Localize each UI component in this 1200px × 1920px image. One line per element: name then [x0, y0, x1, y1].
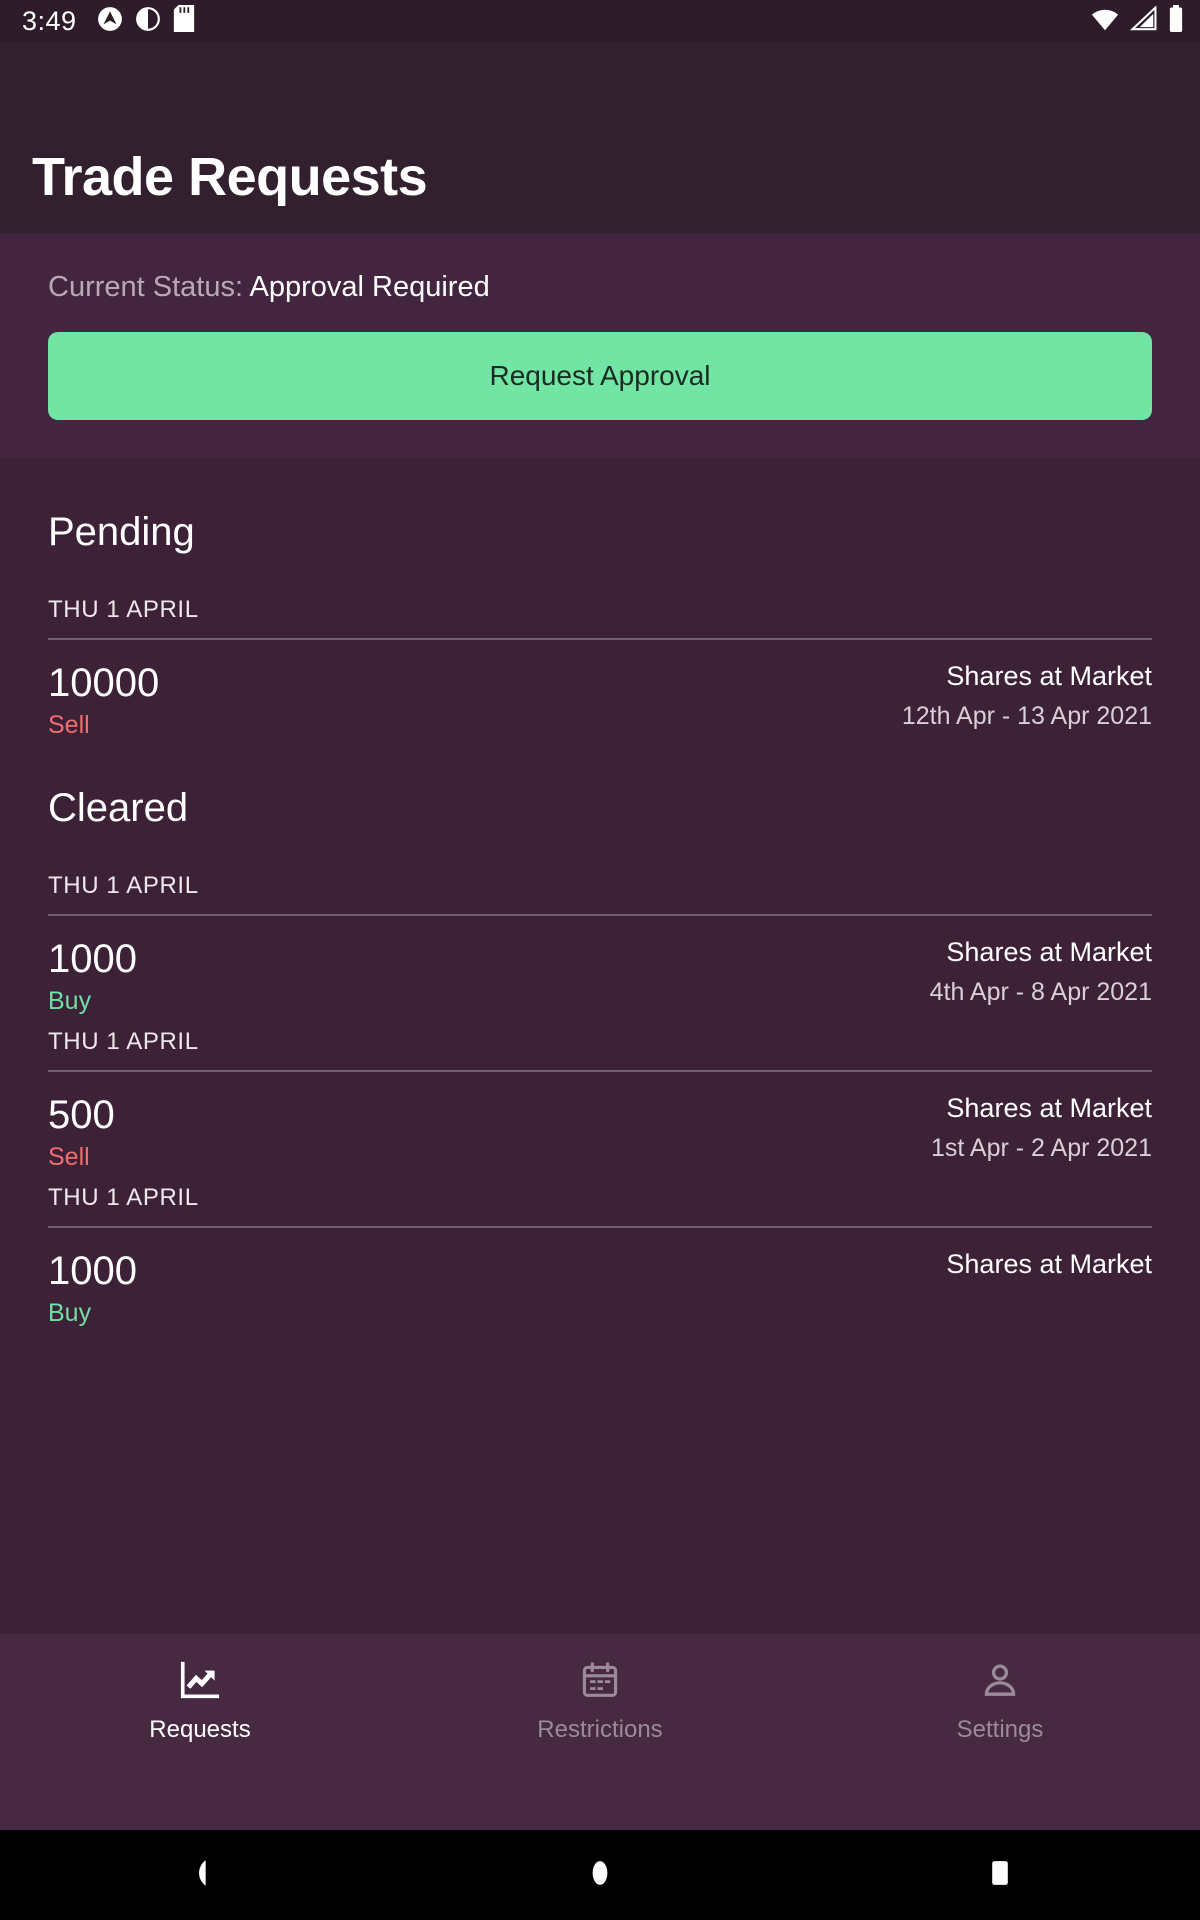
trade-quantity: 1000 — [48, 937, 137, 981]
trade-quantity: 500 — [48, 1093, 115, 1137]
approval-status-panel: Current Status: Approval Required Reques… — [0, 234, 1200, 458]
table-row[interactable]: 500 Sell Shares at Market 1st Apr - 2 Ap… — [48, 1072, 1152, 1170]
day-label: THU 1 APRIL — [48, 1028, 199, 1055]
back-triangle-icon — [183, 1856, 217, 1895]
trade-side: Sell — [48, 711, 90, 739]
caret-circle-icon — [97, 6, 123, 37]
battery-icon — [1168, 5, 1184, 37]
trade-requests-list[interactable]: Pending THU 1 APRIL 10000 Sell Shares at… — [0, 458, 1200, 1634]
trade-dates: 1st Apr - 2 Apr 2021 — [931, 1134, 1152, 1163]
trade-row-left: 10000 Sell — [48, 662, 159, 738]
phone-screen: 3:49 Trade Requests Current Status: Appr… — [0, 0, 1200, 1920]
home-circle-icon — [583, 1856, 617, 1895]
trade-row-right: Shares at Market 12th Apr - 13 Apr 2021 — [902, 662, 1152, 729]
page-title: Trade Requests — [32, 147, 428, 208]
person-icon — [978, 1658, 1022, 1704]
wifi-icon — [1090, 6, 1120, 37]
table-row[interactable]: 1000 Buy Shares at Market 4th Apr - 8 Ap… — [48, 916, 1152, 1014]
section-cleared: Cleared THU 1 APRIL 1000 Buy Shares at M… — [48, 738, 1152, 1326]
trade-row-left: 1000 Buy — [48, 1250, 137, 1326]
trade-type: Shares at Market — [946, 1093, 1152, 1123]
android-system-navigation — [0, 1830, 1200, 1920]
status-bar-notification-icons — [97, 5, 195, 37]
current-status-label: Current Status: — [48, 270, 244, 303]
sd-card-icon — [173, 5, 195, 37]
trending-chart-icon — [177, 1658, 223, 1704]
trade-row-left: 1000 Buy — [48, 938, 137, 1014]
contrast-circle-icon — [135, 6, 161, 37]
home-button[interactable] — [400, 1856, 800, 1895]
day-label: THU 1 APRIL — [48, 1184, 199, 1211]
section-pending: Pending THU 1 APRIL 10000 Sell Shares at… — [48, 458, 1152, 738]
nav-tab-settings[interactable]: Settings — [800, 1658, 1200, 1742]
nav-tab-label: Settings — [956, 1716, 1044, 1743]
back-button[interactable] — [0, 1856, 400, 1895]
section-heading: Pending — [48, 510, 195, 554]
system-status-bar: 3:49 — [0, 0, 1200, 42]
trade-type: Shares at Market — [946, 661, 1152, 691]
trade-row-right: Shares at Market 4th Apr - 8 Apr 2021 — [930, 938, 1152, 1005]
recents-square-icon — [983, 1856, 1017, 1895]
trade-side: Buy — [48, 987, 92, 1015]
day-label: THU 1 APRIL — [48, 596, 199, 623]
bottom-navigation-bar: Requests Restrictions Settings — [0, 1634, 1200, 1830]
table-row[interactable]: 10000 Sell Shares at Market 12th Apr - 1… — [48, 640, 1152, 738]
table-row[interactable]: 1000 Buy Shares at Market — [48, 1228, 1152, 1326]
trade-type: Shares at Market — [946, 937, 1152, 967]
trade-row-left: 500 Sell — [48, 1094, 115, 1170]
recents-button[interactable] — [800, 1856, 1200, 1895]
trade-side: Sell — [48, 1143, 90, 1171]
app-bar: Trade Requests — [0, 42, 1200, 234]
trade-row-right: Shares at Market — [946, 1250, 1152, 1292]
cell-signal-icon — [1129, 4, 1158, 37]
nav-tab-label: Restrictions — [537, 1716, 663, 1743]
trade-dates: 4th Apr - 8 Apr 2021 — [929, 978, 1152, 1007]
trade-quantity: 1000 — [48, 1249, 137, 1293]
trade-type: Shares at Market — [946, 1249, 1152, 1279]
trade-quantity: 10000 — [48, 661, 160, 705]
section-heading: Cleared — [48, 786, 189, 830]
nav-tab-restrictions[interactable]: Restrictions — [400, 1658, 800, 1742]
nav-tab-requests[interactable]: Requests — [0, 1658, 400, 1742]
trade-dates: 12th Apr - 13 Apr 2021 — [901, 702, 1152, 731]
nav-tab-label: Requests — [149, 1716, 251, 1743]
calendar-icon — [578, 1658, 622, 1704]
day-label: THU 1 APRIL — [48, 872, 199, 899]
current-status-line: Current Status: Approval Required — [48, 270, 1152, 303]
current-status-value: Approval Required — [249, 270, 490, 303]
status-bar-clock: 3:49 — [22, 5, 77, 36]
request-approval-button[interactable]: Request Approval — [48, 331, 1152, 420]
trade-side: Buy — [48, 1299, 92, 1327]
trade-row-right: Shares at Market 1st Apr - 2 Apr 2021 — [931, 1094, 1152, 1161]
status-bar-system-icons — [1090, 4, 1184, 37]
